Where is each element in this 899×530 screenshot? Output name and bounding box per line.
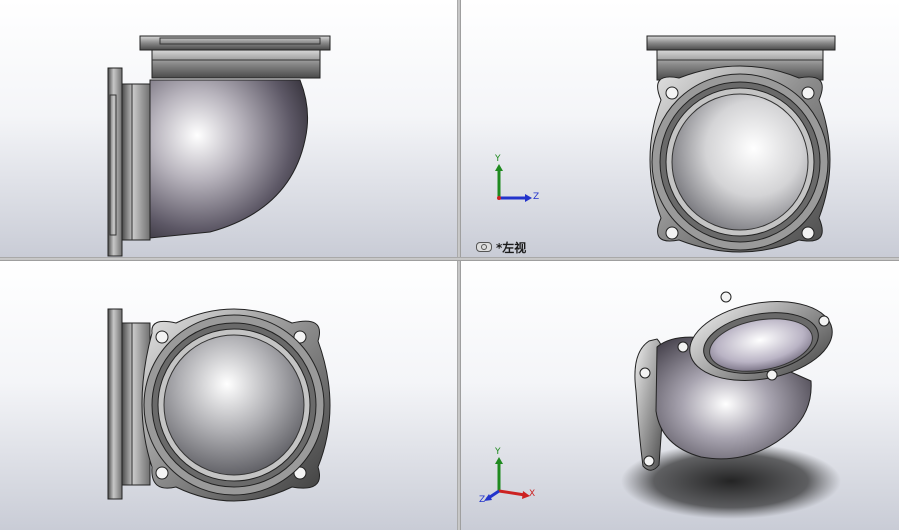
viewport-top-left[interactable] [0,0,457,257]
view-triad: Y Z [491,154,551,212]
axis-triad-icon [495,164,532,202]
iso-axis-x-label: X [529,489,536,499]
viewport-bottom-left[interactable] [0,261,457,530]
viewport-bottom-right[interactable]: Y X Z [461,261,899,530]
axis-z-label: Z [533,192,540,202]
iso-axis-y-label: Y [495,447,501,457]
view-orientation-icon [476,242,492,252]
view-name-text: *左视 [496,240,527,255]
vertical-splitter[interactable] [457,0,461,530]
iso-view-triad: Y X Z [479,447,541,511]
view-name-label: *左视 [476,238,526,256]
elbow-side-view [107,308,331,502]
elbow-left-view [646,35,836,253]
axis-y-label: Y [495,154,501,164]
iso-axis-z-label: Z [479,495,486,505]
graphics-area[interactable]: Y Z Y X Z *左视 [0,0,899,530]
viewport-top-right[interactable]: Y Z [461,0,899,257]
elbow-front-view [107,35,331,257]
horizontal-splitter[interactable] [0,257,899,261]
